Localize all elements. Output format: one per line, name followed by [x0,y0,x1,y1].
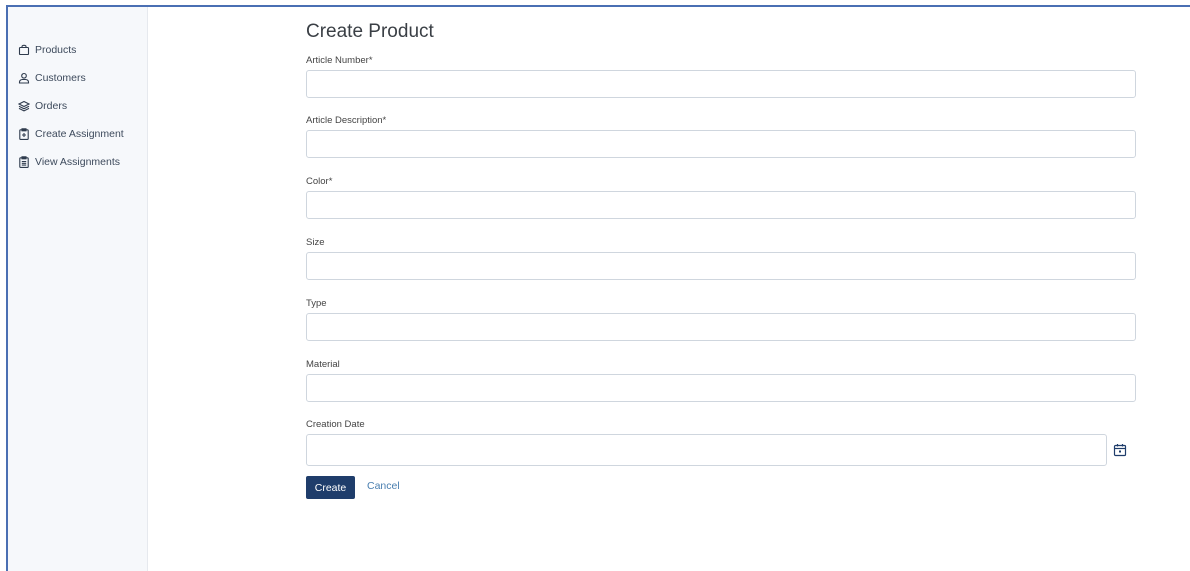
sidebar-item-label: View Assignments [35,156,121,168]
layers-icon [18,100,30,112]
sidebar-item-label: Create Assignment [35,128,124,140]
size-input[interactable] [306,252,1136,280]
material-label: Material [306,359,340,370]
page-title: Create Product [306,21,434,42]
material-input[interactable] [306,374,1136,402]
calendar-icon[interactable] [1113,443,1127,457]
create-button[interactable]: Create [306,476,355,499]
sidebar-item-orders[interactable]: Orders [18,92,124,120]
creation-date-input[interactable] [306,434,1107,466]
sidebar-nav: Products Customers Orders Create Assignm… [18,36,124,176]
color-label: Color* [306,176,333,187]
clipboard-plus-icon [18,128,30,140]
create-product-form: Create Product Article Number* Article D… [306,7,1136,499]
clipboard-list-icon [18,156,30,168]
sidebar-item-label: Orders [35,100,68,112]
type-input[interactable] [306,313,1136,341]
cancel-link[interactable]: Cancel [367,480,400,492]
article-number-label: Article Number* [306,55,373,66]
creation-date-label: Creation Date [306,419,365,430]
bag-icon [18,44,30,56]
sidebar-item-view-assignments[interactable]: View Assignments [18,148,124,176]
sidebar-item-label: Customers [35,72,86,84]
sidebar-item-create-assignment[interactable]: Create Assignment [18,120,124,148]
color-input[interactable] [306,191,1136,219]
article-number-input[interactable] [306,70,1136,98]
size-label: Size [306,237,325,248]
sidebar-item-customers[interactable]: Customers [18,64,124,92]
sidebar: Products Customers Orders Create Assignm… [8,7,148,571]
sidebar-item-label: Products [35,44,77,56]
type-label: Type [306,298,327,309]
user-icon [18,72,30,84]
article-description-input[interactable] [306,130,1136,158]
article-description-label: Article Description* [306,115,387,126]
sidebar-item-products[interactable]: Products [18,36,124,64]
